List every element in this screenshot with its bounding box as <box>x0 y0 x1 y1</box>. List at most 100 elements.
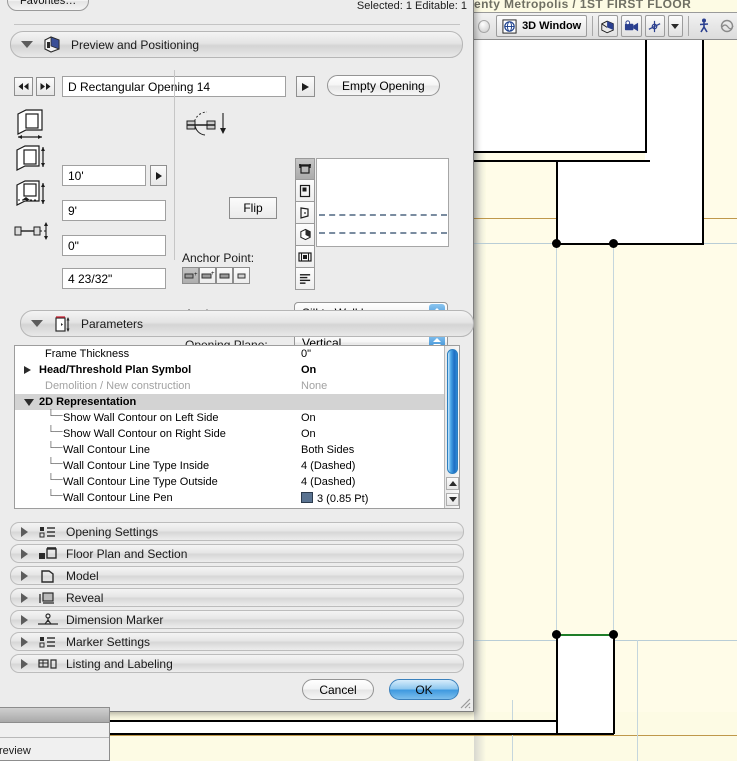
collapsed-section-reveal[interactable]: Reveal <box>10 588 464 607</box>
parameter-value[interactable]: 4 (Dashed) <box>301 460 355 472</box>
collapsed-section-listing-and-labeling[interactable]: Listing and Labeling <box>10 654 464 673</box>
opening-height-input[interactable]: 9' <box>62 200 166 221</box>
parameter-row[interactable]: └─ Show Wall Contour on Right Side On <box>15 426 459 442</box>
parameter-value[interactable]: On <box>301 428 316 440</box>
scrollbar-thumb[interactable] <box>447 349 458 474</box>
collapsed-section-floor-plan-and-section[interactable]: Floor Plan and Section <box>10 544 464 563</box>
parameter-value[interactable]: 4 (Dashed) <box>301 476 355 488</box>
section-header-preview-positioning[interactable]: Preview and Positioning <box>10 31 463 58</box>
dialog-divider <box>14 24 460 25</box>
opening-settings-icon <box>37 522 59 542</box>
favorites-button[interactable]: Favorites… <box>7 0 90 11</box>
anchor-point-selector[interactable]: + + <box>182 267 250 284</box>
anchor-cell-2[interactable]: + <box>199 267 216 284</box>
camera-icon[interactable] <box>621 15 642 37</box>
parameter-value[interactable]: 3 (0.85 Pt) <box>301 491 368 505</box>
cancel-button[interactable]: Cancel <box>302 679 374 700</box>
collapse-triangle-icon[interactable] <box>24 399 34 406</box>
cad-node-1[interactable] <box>552 630 561 639</box>
anchor-cell-1[interactable]: + <box>182 267 199 284</box>
walk-figure-icon[interactable] <box>694 15 714 37</box>
cad-node-3[interactable] <box>552 239 561 248</box>
chevron-right-icon <box>21 592 28 603</box>
tree-elbow-icon: └─ <box>47 442 63 454</box>
parameter-value[interactable]: None <box>301 380 327 392</box>
parameter-row[interactable]: └─ Wall Contour Line Both Sides <box>15 442 459 458</box>
selection-status-label: Selected: 1 Editable: 1 <box>356 0 467 12</box>
cad-outline-1 <box>645 40 647 152</box>
preview-tool-elevation[interactable] <box>295 158 315 180</box>
toolbar-knob-icon[interactable] <box>478 19 491 33</box>
preview-tool-list[interactable] <box>295 268 315 290</box>
parameter-row[interactable]: 2D Representation <box>15 394 459 410</box>
resize-grip-icon[interactable] <box>458 696 471 709</box>
opening-height-icon <box>14 145 48 178</box>
pen-color-swatch[interactable] <box>301 491 313 503</box>
chevron-right-icon <box>21 614 28 625</box>
preview-canvas[interactable] <box>316 158 449 247</box>
opening-type-button[interactable]: Empty Opening <box>327 75 440 96</box>
parameter-value[interactable]: On <box>301 412 316 424</box>
collapsed-section-opening-settings[interactable]: Opening Settings <box>10 522 464 541</box>
parameter-row[interactable]: Head/Threshold Plan Symbol On <box>15 362 459 378</box>
cad-guide-vertical-1 <box>556 243 557 643</box>
parameters-list[interactable]: Frame Thickness 0" Head/Threshold Plan Sym… <box>14 345 460 509</box>
opening-width-stepper[interactable] <box>150 165 167 186</box>
parameter-row[interactable]: └─ Wall Contour Line Type Inside 4 (Dashed… <box>15 458 459 474</box>
parameter-value[interactable]: On <box>301 364 316 376</box>
cad-wall-mid2 <box>556 160 703 245</box>
cad-selected-edge <box>558 634 613 636</box>
cad-node-2[interactable] <box>609 630 618 639</box>
cad-outline-2 <box>472 151 647 153</box>
axonometry-icon[interactable] <box>598 15 619 37</box>
collapsed-section-model[interactable]: Model <box>10 566 464 585</box>
parameter-row[interactable]: └─ Wall Contour Line Type Outside 4 (Dashe… <box>15 474 459 490</box>
model-icon <box>37 566 59 586</box>
background-window-separator <box>0 737 109 738</box>
next-object-button[interactable] <box>36 77 55 96</box>
collapsed-section-marker-settings[interactable]: Marker Settings <box>10 632 464 651</box>
scroll-down-button[interactable] <box>446 493 459 506</box>
parameter-value[interactable]: Both Sides <box>301 444 354 456</box>
3d-window-button[interactable]: 3D Window <box>496 15 588 37</box>
sill-height-input[interactable]: 0" <box>62 235 166 256</box>
previous-object-button[interactable] <box>14 77 33 96</box>
parameter-name: Frame Thickness <box>45 348 130 360</box>
parameter-row[interactable]: Frame Thickness 0" <box>15 346 459 362</box>
preview-tool-section[interactable] <box>295 246 315 268</box>
collapsed-section-label: Marker Settings <box>66 634 151 649</box>
parameter-row[interactable]: └─ Show Wall Contour on Left Side On <box>15 410 459 426</box>
preview-tool-3d[interactable] <box>295 224 315 246</box>
axis-orbit-icon[interactable] <box>644 15 666 37</box>
preview-tool-door-swing[interactable] <box>295 202 315 224</box>
parameter-row[interactable]: Demolition / New construction None <box>15 378 459 394</box>
dropdown-arrow-icon[interactable] <box>668 15 683 37</box>
screen: enty Metropolis / 1ST FIRST FLOOR 3D Win… <box>0 0 737 761</box>
tree-elbow-icon: └─ <box>47 490 63 502</box>
parameter-value[interactable]: 0" <box>301 348 311 360</box>
tree-elbow-icon: └─ <box>47 474 63 486</box>
preview-tool-plan[interactable] <box>295 180 315 202</box>
collapsed-section-dimension-marker[interactable]: Dimension Marker <box>10 610 464 629</box>
cad-outline-6 <box>556 243 703 245</box>
anchor-cell-4[interactable] <box>233 267 250 284</box>
scroll-up-button[interactable] <box>446 477 459 490</box>
tree-elbow-icon: └─ <box>47 458 63 470</box>
anchor-cell-3[interactable] <box>216 267 233 284</box>
section-header-parameters[interactable]: Parameters <box>20 310 474 337</box>
collapsed-section-label: Floor Plan and Section <box>66 546 188 561</box>
parameters-scrollbar[interactable] <box>444 346 459 508</box>
sill-height-icon <box>14 180 48 215</box>
opening-width-input[interactable]: 10' <box>62 165 146 186</box>
wall-thickness-input[interactable]: 4 23/32" <box>62 268 166 289</box>
parameter-name: Wall Contour Line <box>63 444 151 456</box>
cad-outline-9 <box>613 634 615 734</box>
cad-node-4[interactable] <box>609 239 618 248</box>
expand-triangle-icon[interactable] <box>24 366 31 374</box>
parameter-row[interactable]: └─ Wall Contour Line Pen 3 (0.85 Pt) <box>15 490 459 506</box>
parameter-name: Demolition / New construction <box>45 380 191 392</box>
ok-button[interactable]: OK <box>389 679 459 700</box>
sun-settings-icon[interactable] <box>717 15 737 37</box>
flip-button[interactable]: Flip <box>229 197 277 219</box>
object-popup-button[interactable] <box>296 76 315 97</box>
